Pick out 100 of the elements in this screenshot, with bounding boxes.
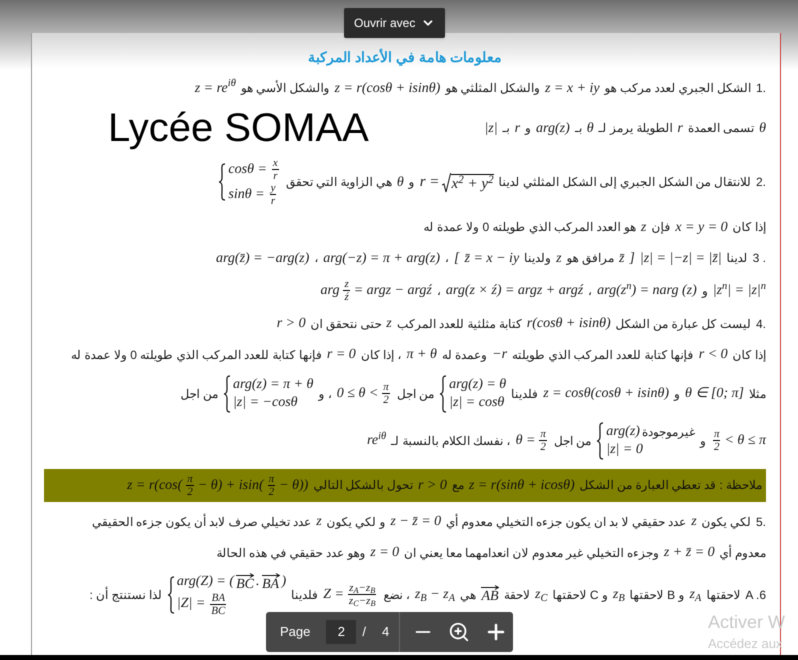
arabic-text: إذا كان [732, 219, 766, 236]
arabic-text: معلومات هامة في الأعداد المركبة [308, 48, 502, 68]
brace-icon [222, 374, 231, 413]
page-label: Page [280, 623, 310, 642]
arabic-text: ، نضع [383, 586, 410, 604]
math-expression: θ = [516, 432, 536, 450]
math-expression: arg(z$^{n}$) = narg (z) [597, 280, 697, 300]
math-expression: θ [586, 120, 594, 138]
math-expression: BA [262, 578, 280, 592]
math-expression: r = [420, 172, 440, 192]
fraction-numerator: π [268, 472, 276, 485]
item-number: 3 . [752, 250, 766, 268]
math-expression: re$^{iθ}$ [366, 430, 386, 450]
arabic-text: الشكل الجبري لعدد مركب هو [604, 80, 751, 97]
fraction-numerator: BA [210, 592, 226, 604]
arabic-text: ، [314, 250, 318, 268]
page-number-field[interactable]: 2 [326, 620, 356, 644]
arabic-text: و [525, 120, 532, 137]
math-expression: arg(z) = θ [449, 376, 506, 394]
arabic-text: كتابة مثلثية للعدد المركب [396, 316, 522, 333]
math-expression: z [691, 513, 697, 532]
brace-icon [218, 163, 226, 202]
arabic-text: عدد تخيلي صرف لابد أن يكون جزءه الحقيقي [92, 512, 312, 531]
math-expression: z [386, 315, 392, 334]
zoom-in-icon[interactable] [448, 621, 470, 643]
fraction-numerator: z$_{A}$−z$_{B}$ [348, 582, 376, 594]
math-expression: BC [236, 578, 254, 592]
radical-sign-icon [442, 173, 452, 194]
math-expression: −r [492, 346, 508, 364]
fraction-numerator: z [343, 278, 350, 290]
arabic-text: و [408, 174, 415, 192]
math-expression: |z| = −cosθ [232, 394, 298, 412]
math-expression: z = r(sinθ + icosθ) [468, 476, 575, 495]
arabic-text: غيرموجودة [642, 424, 695, 441]
fraction-numerator: y [270, 182, 276, 194]
math-expression: |z| = 0 [606, 440, 643, 459]
arabic-text: و لكي يكون [326, 514, 386, 531]
fraction-denominator: z$_{C}$−z$_{B}$ [348, 594, 376, 608]
arabic-text: مع [452, 477, 464, 494]
arabic-text: بـ [574, 120, 582, 137]
arabic-text: بـ [502, 120, 510, 137]
math-expression: z = r(cos( [126, 476, 182, 495]
page-separator: / [362, 623, 366, 642]
math-expression: z$_{A}$ [689, 586, 702, 606]
arabic-text: فلدينا [511, 386, 538, 403]
math-expression: r = 0 [326, 346, 356, 364]
arabic-text: ملاحظة : قد تعطي العبارة من الشكل [580, 477, 762, 494]
math-expression: r [514, 120, 520, 138]
arabic-text: و [674, 386, 680, 403]
math-expression: arg(z) [536, 120, 570, 138]
arabic-text: إذا كان [732, 346, 766, 364]
math-expression: r < 0 [698, 346, 728, 364]
math-expression: z + z̄ = 0 [664, 544, 715, 562]
arabic-text: لاحقة [504, 586, 530, 604]
brace-icon [439, 374, 448, 413]
arabic-text: هو العدد المركب الذي طويلته 0 ولا عمدة له [424, 219, 636, 236]
fraction-numerator: x [272, 157, 279, 170]
arabic-text: و [702, 282, 708, 300]
open-with-button[interactable]: Ouvrir avec [344, 8, 446, 38]
math-expression: θ [759, 120, 766, 138]
arabic-text: من اجل [396, 386, 434, 403]
vector-arrow-icon [236, 572, 254, 578]
math-expression: arg(−z) = π + arg(z) [323, 250, 440, 268]
math-expression: θ ∈ [0; π] [685, 385, 744, 404]
item-number: 4. [756, 316, 766, 333]
arabic-text: تسمى العمدة [688, 120, 754, 137]
fraction-numerator: π [382, 380, 390, 394]
arabic-text: لذا نستنتج أن : [90, 586, 162, 604]
item-number: 5. [756, 514, 766, 531]
math-expression: arg(z × ź) = argz + argź [446, 282, 584, 300]
arabic-text: عدد حقيقي لا بد ان يكون جزءه التخيلي معدوم أي [446, 512, 686, 531]
arabic-text: وعمدة له [442, 346, 488, 364]
item-number: 2. [756, 174, 766, 192]
arabic-text: هي [460, 586, 476, 604]
vector-arrow-icon [481, 585, 500, 590]
math-expression: . [256, 573, 260, 592]
arabic-text: ، إذا كان [360, 346, 402, 364]
arabic-text: الطويلة يرمز لـ [598, 120, 672, 137]
math-expression: − θ)) [279, 476, 308, 495]
arabic-text: وهو عدد حقيقي في هذه الحالة [216, 544, 366, 562]
page-total: 4 [382, 623, 390, 642]
fraction-numerator: π [186, 472, 194, 485]
item-number: 1. [756, 80, 766, 97]
fraction-denominator: 2 [186, 484, 194, 498]
item-number: A .6 [745, 586, 766, 604]
arabic-text: ، [445, 250, 450, 268]
math-expression: |z| = |−z| = |z̄| [640, 250, 722, 268]
fraction-denominator: 2 [712, 440, 720, 454]
math-expression: z [640, 218, 646, 237]
arabic-text: و C لاحقتها [552, 586, 608, 604]
arabic-text: و [700, 432, 706, 450]
math-expression: < θ ≤ π [724, 432, 766, 450]
fraction-numerator: π [712, 428, 720, 440]
math-expression: |Z| = [176, 595, 206, 614]
math-expression: z$_{C}$ [535, 586, 548, 606]
math-expression: |z| [484, 120, 498, 138]
arabic-text: فإنها كتابة للعدد المركب الذي طويلته [512, 346, 694, 364]
math-expression: z̄ = x − iy [464, 250, 520, 268]
math-expression: x = y = 0 [675, 218, 728, 237]
fraction-denominator: 2 [539, 440, 547, 454]
